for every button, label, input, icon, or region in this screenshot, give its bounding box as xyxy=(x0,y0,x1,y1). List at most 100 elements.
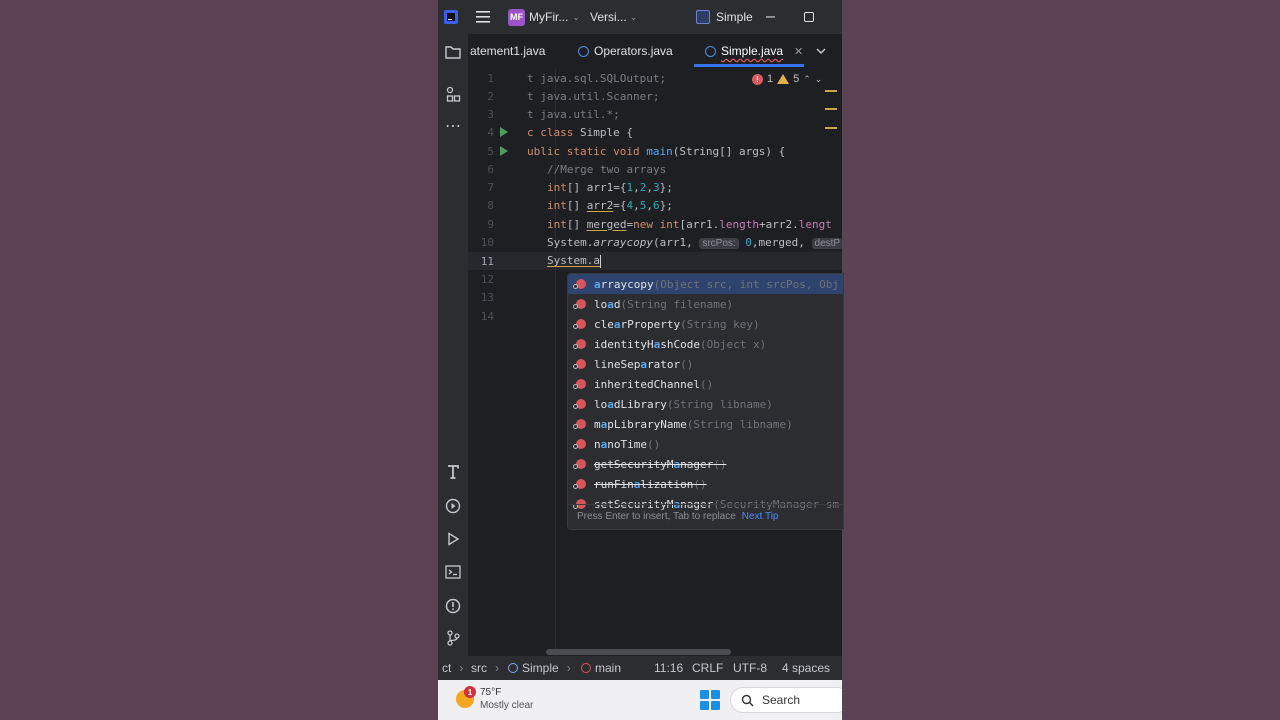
code-text: int[] arr2={4,5,6}; xyxy=(547,198,673,212)
line-number: 9 xyxy=(487,217,494,231)
line-number: 5 xyxy=(487,144,494,158)
chevron-down-icon[interactable]: ⌄ xyxy=(815,74,823,85)
method-icon xyxy=(573,319,586,329)
method-icon xyxy=(573,459,586,469)
completion-item-label: lineSeparator() xyxy=(594,357,694,371)
completion-item-label: clearProperty(String key) xyxy=(594,317,760,331)
method-icon xyxy=(573,479,586,489)
completion-item[interactable]: runFinalization() xyxy=(568,474,843,494)
text-format-icon[interactable] xyxy=(443,462,463,482)
tab-statement1[interactable]: atement1.java xyxy=(470,34,545,68)
breadcrumb-root[interactable]: ct › xyxy=(442,656,463,680)
project-folder-icon[interactable] xyxy=(443,42,463,62)
completion-item[interactable]: getSecurityManager() xyxy=(568,454,843,474)
completion-item[interactable]: arraycopy(Object src, int srcPos, Obj xyxy=(568,274,843,294)
line-number: 1 xyxy=(487,71,494,85)
taskbar-search[interactable]: Search xyxy=(730,687,842,713)
error-icon: ! xyxy=(752,73,763,85)
next-tip-link[interactable]: Next Tip xyxy=(742,511,779,522)
chevron-down-icon: ⌄ xyxy=(629,11,638,22)
problems-icon[interactable] xyxy=(443,596,463,616)
notification-badge: 1 xyxy=(464,686,476,698)
run-config-icon xyxy=(696,10,710,24)
text-caret xyxy=(599,254,601,268)
line-separator[interactable]: CRLF xyxy=(692,656,723,680)
error-stripe-mark[interactable] xyxy=(825,108,837,110)
terminal-icon[interactable] xyxy=(443,562,463,582)
breadcrumb-method[interactable]: main xyxy=(581,656,621,680)
java-class-icon xyxy=(578,45,589,57)
completion-hint: Press Enter to insert, Tab to replace xyxy=(577,511,736,522)
code-line: 3 t java.util.*; xyxy=(468,105,842,123)
tab-simple[interactable]: Simple.java ✕ xyxy=(705,34,803,68)
line-number: 6 xyxy=(487,162,494,176)
code-text: c class Simple { xyxy=(527,125,633,139)
code-line: 9 int[] merged=new int[arr1.length+arr2.… xyxy=(468,215,842,233)
weather-temperature: 75°F xyxy=(480,687,502,698)
project-badge: MF xyxy=(508,8,525,26)
structure-icon[interactable] xyxy=(443,84,463,104)
run-gutter-icon[interactable] xyxy=(500,146,508,156)
error-stripe-mark[interactable] xyxy=(825,127,837,129)
tab-label: Operators.java xyxy=(594,44,673,58)
breadcrumb-src[interactable]: src › xyxy=(471,656,499,680)
main-menu-icon[interactable] xyxy=(476,0,490,34)
windows-start-icon[interactable] xyxy=(700,690,720,710)
code-line: 7 int[] arr1={1,2,3}; xyxy=(468,178,842,196)
vcs-selector[interactable]: Versi... ⌄ xyxy=(590,0,637,34)
run-configuration-selector[interactable]: Simple xyxy=(696,0,753,34)
code-text: int[] merged=new int[arr1.length+arr2.le… xyxy=(547,217,832,231)
completion-item[interactable]: identityHashCode(Object x) xyxy=(568,334,843,354)
close-tab-icon[interactable]: ✕ xyxy=(794,45,803,58)
breadcrumb-class[interactable]: Simple › xyxy=(508,656,571,680)
code-line: 8 int[] arr2={4,5,6}; xyxy=(468,196,842,214)
services-icon[interactable] xyxy=(443,496,463,516)
indent-setting[interactable]: 4 spaces xyxy=(782,656,830,680)
completion-item[interactable]: loadLibrary(String libname) xyxy=(568,394,843,414)
code-text: ublic static void main(String[] args) { xyxy=(527,144,786,158)
more-tools-icon[interactable]: ⋯ xyxy=(443,116,463,136)
method-icon xyxy=(573,439,586,449)
git-branch-icon[interactable] xyxy=(443,628,463,648)
maximize-icon xyxy=(804,12,814,22)
line-number: 4 xyxy=(487,125,494,139)
line-number: 2 xyxy=(487,89,494,103)
completion-item-label: loadLibrary(String libname) xyxy=(594,397,773,411)
horizontal-scrollbar[interactable] xyxy=(546,649,731,655)
tabs-overflow-chevron-icon[interactable] xyxy=(816,34,826,68)
code-line: 2 t java.util.Scanner; xyxy=(468,87,842,105)
chevron-up-icon[interactable]: ⌃ xyxy=(803,74,811,85)
maximize-button[interactable] xyxy=(804,0,814,34)
completion-footer: Press Enter to insert, Tab to replace Ne… xyxy=(568,504,843,528)
run-gutter-icon[interactable] xyxy=(500,127,508,137)
completion-item[interactable]: lineSeparator() xyxy=(568,354,843,374)
vcs-label: Versi... xyxy=(590,10,627,24)
warning-icon xyxy=(777,74,790,84)
completion-item[interactable]: nanoTime() xyxy=(568,434,843,454)
code-line: 6 //Merge two arrays xyxy=(468,160,842,178)
line-number: 10 xyxy=(480,235,494,249)
tab-label: Simple.java xyxy=(721,44,784,58)
completion-item[interactable]: mapLibraryName(String libname) xyxy=(568,414,843,434)
status-bar: ct › src › Simple › main 11:16 CRLF UTF-8 4… xyxy=(438,656,842,680)
completion-item[interactable]: load(String filename) xyxy=(568,294,843,314)
completion-item[interactable]: clearProperty(String key) xyxy=(568,314,843,334)
code-completion-popup: arraycopy(Object src, int srcPos, Obj loa… xyxy=(567,273,844,530)
weather-condition: Mostly clear xyxy=(480,700,534,711)
error-stripe-mark[interactable] xyxy=(825,90,837,92)
project-name: MyFir... xyxy=(529,10,569,24)
inspection-widget[interactable]: ! 1 5 ⌃ ⌄ xyxy=(752,72,822,86)
method-icon xyxy=(573,379,586,389)
file-encoding[interactable]: UTF-8 xyxy=(733,656,767,680)
method-icon xyxy=(573,399,586,409)
title-bar: MF MyFir... ⌄ Versi... ⌄ Simple – xyxy=(438,0,842,34)
completion-item[interactable]: inheritedChannel() xyxy=(568,374,843,394)
caret-position[interactable]: 11:16 xyxy=(654,656,683,680)
project-selector[interactable]: MF MyFir... ⌄ xyxy=(508,0,580,34)
active-tab-indicator xyxy=(694,64,804,67)
run-icon[interactable] xyxy=(443,529,463,549)
tab-operators[interactable]: Operators.java xyxy=(578,34,673,68)
minimize-button[interactable]: – xyxy=(766,0,775,34)
line-number: 14 xyxy=(480,309,494,323)
code-text: t java.util.*; xyxy=(527,107,620,121)
